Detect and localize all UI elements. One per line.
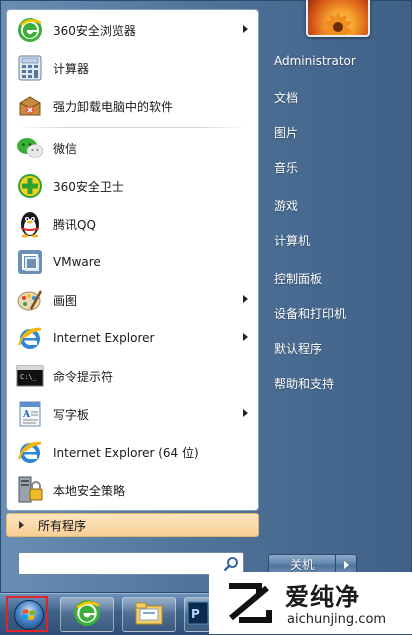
program-item-internet-explorer-64[interactable]: Internet Explorer (64 位) [7,434,258,470]
windows-logo-icon [14,600,44,630]
search-input[interactable] [23,555,213,572]
program-item-360-safeguard[interactable]: 360安全卫士 [7,168,258,204]
shutdown-label: 关机 [289,558,314,572]
taskbar-button-360-browser[interactable] [60,597,114,632]
360-browser-icon [73,599,101,630]
all-programs-label: 所有程序 [38,518,87,533]
command-prompt-icon: C:\_ [16,362,44,390]
all-programs-button[interactable]: 所有程序 [6,513,259,537]
right-item-music[interactable]: 音乐 [274,159,298,176]
program-label: 命令提示符 [53,369,114,384]
program-label: 360安全浏览器 [53,23,136,38]
file-explorer-icon [134,600,164,629]
right-item-control-panel[interactable]: 控制面板 [274,270,322,287]
program-item-wechat[interactable]: 微信 [7,130,258,166]
submenu-arrow-icon[interactable] [243,409,248,417]
search-icon[interactable] [223,556,239,572]
program-item-uninstaller[interactable]: 强力卸载电脑中的软件 [7,88,258,124]
right-item-help-support[interactable]: 帮助和支持 [274,375,334,392]
watermark-title: 爱纯净 [285,583,360,611]
uninstaller-icon [16,92,44,120]
calculator-icon [16,54,44,82]
chevron-right-icon [343,560,349,569]
program-label: 强力卸载电脑中的软件 [53,99,174,114]
menu-divider [17,127,248,128]
taskbar-button-photoshop[interactable]: P [184,597,212,632]
program-label: 本地安全策略 [53,483,126,498]
program-label: 微信 [53,141,78,156]
right-item-devices-printers[interactable]: 设备和打印机 [274,305,346,322]
program-label: 360安全卫士 [53,179,124,194]
program-item-paint[interactable]: 画图 [7,282,258,318]
submenu-arrow-icon[interactable] [243,295,248,303]
program-item-qq[interactable]: 腾讯QQ [7,206,258,242]
svg-text:C:\_: C:\_ [20,373,38,381]
program-label: 计算器 [53,61,90,76]
program-label: Internet Explorer [53,331,155,345]
right-item-games[interactable]: 游戏 [274,197,298,214]
watermark-logo-icon [221,578,277,628]
right-item-computer[interactable]: 计算机 [274,232,310,249]
paint-icon [16,286,44,314]
submenu-arrow-icon[interactable] [243,25,248,33]
pinned-programs-pane: 360安全浏览器 计算器 强力卸载电脑中的软件 微信 360安全卫士 腾讯QQ … [6,9,259,511]
taskbar-button-file-explorer[interactable] [122,597,176,632]
program-item-vmware[interactable]: VMware [7,244,258,280]
start-menu: 360安全浏览器 计算器 强力卸载电脑中的软件 微信 360安全卫士 腾讯QQ … [0,0,412,593]
right-item-pictures[interactable]: 图片 [274,124,298,141]
svg-text:A: A [22,410,31,420]
watermark: 爱纯净 aichunjing.com [209,572,412,634]
program-label: 画图 [53,293,78,308]
program-label: VMware [53,255,101,269]
right-item-administrator[interactable]: Administrator [274,54,356,68]
wordpad-icon: A [16,400,44,428]
360-browser-icon [16,16,44,44]
watermark-url: aichunjing.com [287,612,387,627]
submenu-arrow-icon[interactable] [243,333,248,341]
user-avatar[interactable] [306,0,370,37]
svg-text:P: P [191,607,200,621]
program-label: 腾讯QQ [53,217,96,232]
program-item-360-browser[interactable]: 360安全浏览器 [7,12,258,48]
right-item-default-programs[interactable]: 默认程序 [274,340,322,357]
program-label: Internet Explorer (64 位) [53,445,199,460]
wechat-icon [16,134,44,162]
program-item-calculator[interactable]: 计算器 [7,50,258,86]
internet-explorer-icon [16,438,44,466]
expand-arrow-icon [19,521,24,529]
program-item-security-policy[interactable]: 本地安全策略 [7,472,258,508]
program-label: 写字板 [53,407,90,422]
right-item-documents[interactable]: 文档 [274,89,298,106]
internet-explorer-icon [16,324,44,352]
qq-penguin-icon [16,210,44,238]
vmware-icon [16,248,44,276]
program-item-wordpad[interactable]: A 写字板 [7,396,258,432]
program-item-internet-explorer[interactable]: Internet Explorer [7,320,258,356]
security-policy-icon [16,476,44,504]
start-button[interactable] [6,596,48,632]
program-item-command-prompt[interactable]: C:\_ 命令提示符 [7,358,258,394]
photoshop-icon: P [187,601,209,628]
360-safeguard-icon [16,172,44,200]
